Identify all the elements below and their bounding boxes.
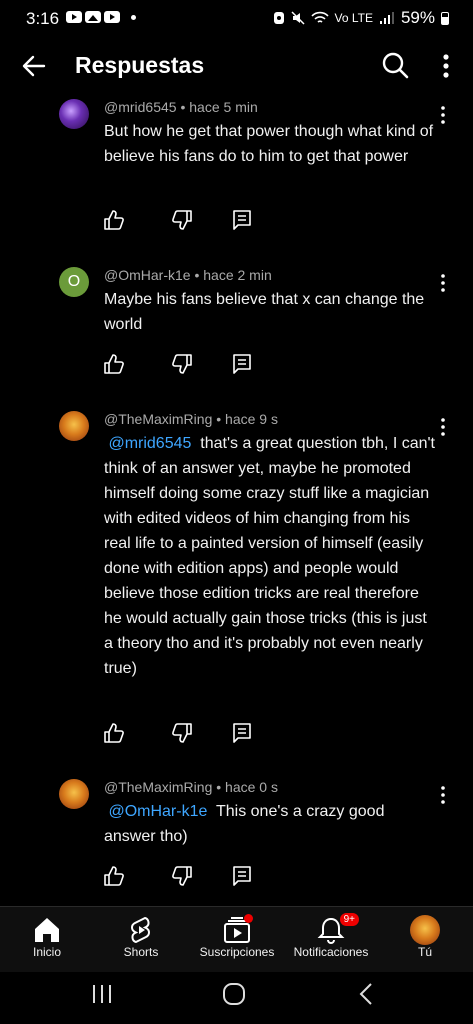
comment-actions	[103, 722, 263, 744]
meta-separator: •	[176, 99, 190, 115]
signal-icon	[379, 12, 394, 24]
like-icon[interactable]	[103, 865, 125, 887]
home-button-icon[interactable]	[222, 982, 246, 1006]
nav-item-notificaciones[interactable]: 9+ Notificaciones	[288, 907, 374, 973]
shorts-icon	[131, 916, 150, 944]
nav-label: Tú	[417, 945, 432, 959]
search-icon[interactable]	[380, 50, 410, 80]
comment-time: hace 5 min	[189, 99, 258, 115]
reply-icon[interactable]	[231, 209, 253, 231]
comment-item: @TheMaximRing • hace 9 s @mrid6545 that'…	[0, 411, 473, 746]
comment-text: But how he get that power though what ki…	[104, 123, 434, 165]
avatar[interactable]: O	[59, 267, 89, 297]
battery-percent: 59%	[400, 8, 435, 27]
status-time: 3:16	[26, 9, 60, 28]
network-type-label: Vo LTE	[334, 11, 373, 25]
app-header: Respuestas	[0, 42, 473, 90]
youtube-notification-icon	[66, 11, 82, 23]
like-icon[interactable]	[103, 209, 125, 231]
more-options-icon[interactable]	[436, 52, 456, 80]
gallery-notification-icon	[85, 11, 101, 23]
notification-badge: 9+	[339, 913, 359, 926]
comment-author[interactable]: @TheMaximRing	[104, 411, 212, 427]
comment-text: Maybe his fans believe that x can change…	[104, 291, 425, 333]
comment-item: @mrid6545 • hace 5 min But how he get th…	[0, 99, 473, 239]
comment-time: hace 9 s	[225, 411, 278, 427]
system-navigation-bar	[0, 972, 473, 1024]
mute-icon	[290, 11, 305, 25]
more-notifications-dot-icon	[131, 14, 136, 20]
comment-meta: @OmHar-k1e • hace 2 min	[104, 267, 272, 283]
like-icon[interactable]	[103, 353, 125, 375]
recent-apps-icon[interactable]	[90, 983, 114, 1005]
comment-text: @OmHar-k1e This one's a crazy good answe…	[104, 799, 440, 849]
dislike-icon[interactable]	[171, 722, 193, 744]
wifi-icon	[310, 11, 329, 23]
nav-item-suscripciones[interactable]: Suscripciones	[192, 907, 282, 973]
comment-meta: @mrid6545 • hace 5 min	[104, 99, 258, 115]
mention-link[interactable]: @OmHar-k1e	[108, 803, 207, 820]
avatar[interactable]	[59, 779, 89, 809]
meta-separator: •	[212, 411, 226, 427]
avatar[interactable]	[59, 411, 89, 441]
reply-icon[interactable]	[231, 353, 253, 375]
nav-label: Shorts	[123, 945, 159, 959]
bottom-navigation: Inicio Shorts Suscripciones 9+ Notificac…	[0, 906, 473, 972]
youtube-notification-icon	[104, 11, 120, 23]
status-right: Vo LTE 59%	[273, 8, 449, 28]
comment-item: O @OmHar-k1e • hace 2 min Maybe his fans…	[0, 267, 473, 382]
comment-item: @TheMaximRing • hace 0 s @OmHar-k1e This…	[0, 779, 473, 889]
comment-meta: @TheMaximRing • hace 0 s	[104, 779, 278, 795]
reply-icon[interactable]	[231, 722, 253, 744]
status-bar: 3:16 Vo LTE 59%	[0, 0, 473, 36]
nav-item-tu[interactable]: Tú	[390, 907, 460, 973]
back-arrow-icon[interactable]	[20, 52, 48, 80]
dislike-icon[interactable]	[171, 209, 193, 231]
reply-icon[interactable]	[231, 865, 253, 887]
mention-link[interactable]: @mrid6545	[108, 435, 191, 452]
page-title: Respuestas	[75, 52, 205, 78]
comment-time: hace 2 min	[203, 267, 272, 283]
comment-actions	[103, 353, 263, 375]
comment-actions	[103, 865, 263, 887]
comment-time: hace 0 s	[225, 779, 278, 795]
status-notification-icons	[66, 11, 136, 23]
comment-author[interactable]: @mrid6545	[104, 99, 177, 115]
like-icon[interactable]	[103, 722, 125, 744]
comment-actions	[103, 209, 263, 231]
avatar[interactable]	[59, 99, 89, 129]
home-icon	[35, 918, 59, 942]
battery-icon	[441, 11, 449, 25]
nav-item-shorts[interactable]: Shorts	[106, 907, 176, 973]
meta-separator: •	[190, 267, 204, 283]
comment-meta: @TheMaximRing • hace 9 s	[104, 411, 278, 427]
comment-text: @mrid6545 that's a great question tbh, I…	[104, 431, 440, 681]
system-back-icon[interactable]	[357, 982, 375, 1006]
dislike-icon[interactable]	[171, 353, 193, 375]
nav-label: Inicio	[32, 945, 61, 959]
shield-icon	[273, 12, 284, 24]
nav-item-inicio[interactable]: Inicio	[12, 907, 82, 973]
comment-author[interactable]: @TheMaximRing	[104, 779, 212, 795]
comment-text-content: that's a great question tbh, I can't thi…	[104, 435, 435, 677]
nav-label: Suscripciones	[199, 945, 275, 959]
meta-separator: •	[212, 779, 226, 795]
comment-author[interactable]: @OmHar-k1e	[104, 267, 191, 283]
dislike-icon[interactable]	[171, 865, 193, 887]
nav-label: Notificaciones	[293, 945, 369, 959]
avatar	[410, 915, 440, 945]
